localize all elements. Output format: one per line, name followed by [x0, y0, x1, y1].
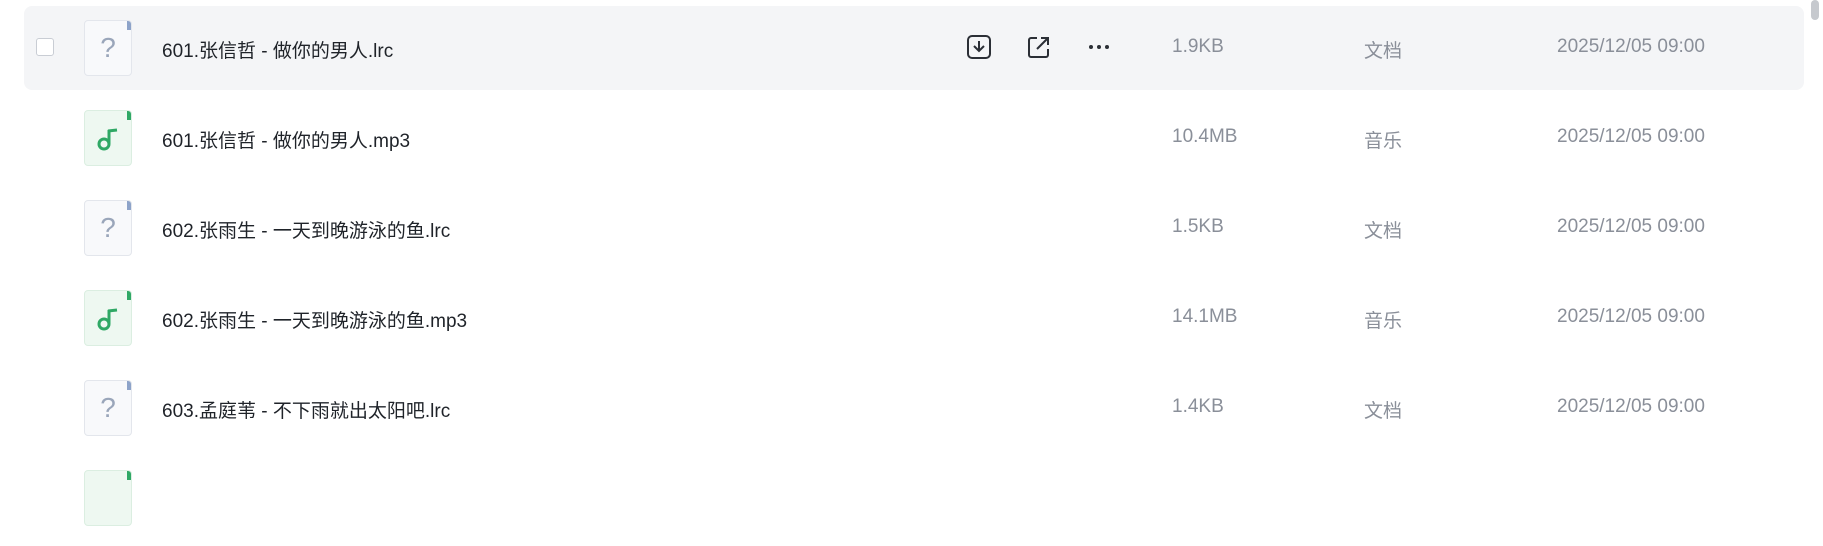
music-file-icon — [84, 290, 132, 346]
row-checkbox[interactable] — [36, 38, 54, 56]
file-name[interactable]: 603.孟庭苇 - 不下雨就出太阳吧.lrc — [162, 396, 450, 423]
file-name[interactable]: 602.张雨生 - 一天到晚游泳的鱼.mp3 — [162, 306, 467, 333]
file-row[interactable]: 601.张信哲 - 做你的男人.mp3 10.4MB 音乐 2025/12/05… — [24, 96, 1804, 180]
file-type: 音乐 — [1364, 131, 1403, 152]
file-row[interactable]: 602.张雨生 - 一天到晚游泳的鱼.mp3 14.1MB 音乐 2025/12… — [24, 276, 1804, 360]
file-size: 1.4KB — [1172, 396, 1224, 417]
file-list: ? 601.张信哲 - 做你的男人.lrc 1.9KB 文档 2025/12/0… — [24, 6, 1804, 546]
file-date: 2025/12/05 09:00 — [1557, 36, 1705, 57]
more-icon[interactable] — [1084, 32, 1114, 62]
unknown-file-icon: ? — [84, 20, 132, 76]
file-date: 2025/12/05 09:00 — [1557, 126, 1705, 147]
file-date: 2025/12/05 09:00 — [1557, 216, 1705, 237]
unknown-file-icon: ? — [84, 200, 132, 256]
file-type: 文档 — [1364, 41, 1403, 62]
file-size: 10.4MB — [1172, 126, 1238, 147]
music-file-icon — [84, 470, 132, 526]
file-name[interactable]: 601.张信哲 - 做你的男人.lrc — [162, 36, 393, 63]
file-type: 文档 — [1364, 401, 1403, 422]
file-size: 14.1MB — [1172, 306, 1238, 327]
file-size: 1.9KB — [1172, 36, 1224, 57]
share-icon[interactable] — [1024, 32, 1054, 62]
file-type: 音乐 — [1364, 311, 1403, 332]
file-row[interactable]: ? 601.张信哲 - 做你的男人.lrc 1.9KB 文档 2025/12/0… — [24, 6, 1804, 90]
unknown-file-icon: ? — [84, 380, 132, 436]
music-file-icon — [84, 110, 132, 166]
download-icon[interactable] — [964, 32, 994, 62]
scrollbar[interactable] — [1811, 0, 1819, 20]
file-date: 2025/12/05 09:00 — [1557, 306, 1705, 327]
file-row[interactable] — [24, 456, 1804, 540]
file-date: 2025/12/05 09:00 — [1557, 396, 1705, 417]
file-size: 1.5KB — [1172, 216, 1224, 237]
file-type: 文档 — [1364, 221, 1403, 242]
file-row[interactable]: ? 603.孟庭苇 - 不下雨就出太阳吧.lrc 1.4KB 文档 2025/1… — [24, 366, 1804, 450]
file-row[interactable]: ? 602.张雨生 - 一天到晚游泳的鱼.lrc 1.5KB 文档 2025/1… — [24, 186, 1804, 270]
file-name[interactable]: 601.张信哲 - 做你的男人.mp3 — [162, 126, 410, 153]
file-name[interactable]: 602.张雨生 - 一天到晚游泳的鱼.lrc — [162, 216, 450, 243]
